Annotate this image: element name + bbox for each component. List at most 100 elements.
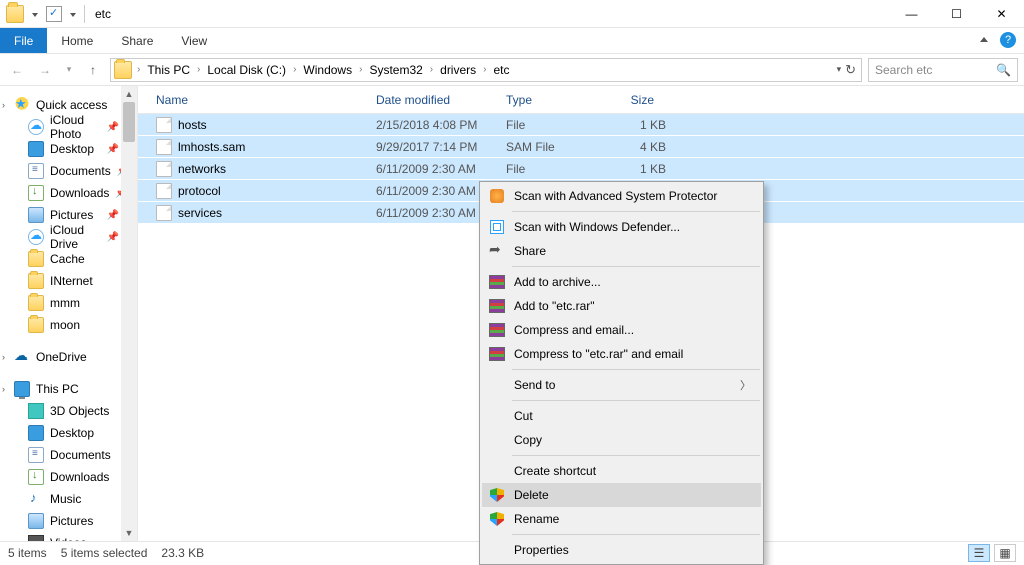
file-tab[interactable]: File <box>0 28 47 53</box>
minimize-button[interactable]: — <box>889 0 934 28</box>
menu-item[interactable]: Send to〉 <box>482 373 761 397</box>
sidebar-this-pc[interactable]: › This PC <box>0 378 137 400</box>
sidebar-item[interactable]: Desktop📌 <box>0 138 137 160</box>
forward-button[interactable]: → <box>34 59 56 81</box>
menu-item[interactable]: Share <box>482 239 761 263</box>
up-button[interactable]: ↑ <box>82 59 104 81</box>
menu-item[interactable]: Properties <box>482 538 761 562</box>
sidebar-item[interactable]: 3D Objects <box>0 400 137 422</box>
file-size: 1 KB <box>606 118 666 132</box>
sidebar-item[interactable]: Documents📌 <box>0 160 137 182</box>
menu-item[interactable]: Add to archive... <box>482 270 761 294</box>
menu-item[interactable]: Add to "etc.rar" <box>482 294 761 318</box>
file-date: 9/29/2017 7:14 PM <box>376 140 506 154</box>
menu-item[interactable]: Rename <box>482 507 761 531</box>
sidebar-item[interactable]: iCloud Drive📌 <box>0 226 137 248</box>
sidebar-item[interactable]: Desktop <box>0 422 137 444</box>
menu-item[interactable]: Compress and email... <box>482 318 761 342</box>
chevron-right-icon[interactable]: › <box>2 100 5 110</box>
column-type[interactable]: Type <box>506 86 606 113</box>
thumbnails-view-button[interactable]: ▦ <box>994 544 1016 562</box>
menu-item[interactable]: Cut <box>482 404 761 428</box>
music-icon <box>28 491 44 507</box>
help-icon[interactable]: ? <box>1000 32 1016 48</box>
scroll-down-icon[interactable]: ▼ <box>121 525 137 541</box>
sidebar-item[interactable]: Downloads📌 <box>0 182 137 204</box>
sidebar-item[interactable]: Downloads <box>0 466 137 488</box>
crumb-sep-icon[interactable]: › <box>196 64 201 75</box>
sidebar-item[interactable]: iCloud Photo📌 <box>0 116 137 138</box>
sidebar-item[interactable]: mmm <box>0 292 137 314</box>
sidebar-item[interactable]: Videos <box>0 532 137 541</box>
sidebar-item[interactable]: moon <box>0 314 137 336</box>
column-date[interactable]: Date modified <box>376 86 506 113</box>
sidebar-item[interactable]: INternet <box>0 270 137 292</box>
menu-item[interactable]: Copy <box>482 428 761 452</box>
menu-item-label: Add to archive... <box>514 275 601 289</box>
scrollbar-thumb[interactable] <box>123 102 135 142</box>
chevron-right-icon[interactable]: › <box>2 384 5 394</box>
view-tab[interactable]: View <box>167 28 221 53</box>
search-input[interactable]: Search etc 🔍 <box>868 58 1018 82</box>
back-button[interactable]: ← <box>6 59 28 81</box>
crumb-sep-icon[interactable]: › <box>429 64 434 75</box>
file-row[interactable]: networks6/11/2009 2:30 AMFile1 KB <box>138 158 1024 180</box>
pin-icon: 📌 <box>107 144 119 155</box>
app-icon[interactable] <box>6 5 24 23</box>
sidebar-onedrive[interactable]: › OneDrive <box>0 346 137 368</box>
menu-item[interactable]: Delete <box>482 483 761 507</box>
sidebar-item[interactable]: Documents <box>0 444 137 466</box>
pc-icon <box>14 381 30 397</box>
refresh-icon[interactable]: ↻ <box>845 62 856 78</box>
sidebar-scrollbar[interactable]: ▲ ▼ <box>121 86 137 541</box>
qat-dropdown-2[interactable] <box>68 9 78 19</box>
submenu-arrow-icon: 〉 <box>740 377 751 393</box>
share-tab[interactable]: Share <box>107 28 167 53</box>
close-button[interactable]: ✕ <box>979 0 1024 28</box>
breadcrumb[interactable]: drivers <box>436 61 480 79</box>
menu-item[interactable]: Compress to "etc.rar" and email <box>482 342 761 366</box>
properties-qat-icon[interactable] <box>46 6 62 22</box>
crumb-sep-icon[interactable]: › <box>482 64 487 75</box>
address-folder-icon <box>114 61 132 79</box>
column-headers: Name Date modified Type Size <box>138 86 1024 114</box>
menu-item[interactable]: Scan with Advanced System Protector <box>482 184 761 208</box>
sidebar-item[interactable]: Music <box>0 488 137 510</box>
details-view-button[interactable]: ☰ <box>968 544 990 562</box>
chevron-right-icon[interactable]: › <box>2 352 5 362</box>
crumb-sep-icon[interactable]: › <box>358 64 363 75</box>
file-type: File <box>506 162 606 176</box>
breadcrumb[interactable]: etc <box>490 61 514 79</box>
scroll-up-icon[interactable]: ▲ <box>121 86 137 102</box>
shield-icon <box>488 486 506 504</box>
sidebar-item-label: Desktop <box>50 426 94 440</box>
address-bar[interactable]: › This PC › Local Disk (C:) › Windows › … <box>110 58 862 82</box>
recent-dropdown[interactable]: ▾ <box>62 59 76 81</box>
breadcrumb[interactable]: Local Disk (C:) <box>203 61 290 79</box>
maximize-button[interactable]: ☐ <box>934 0 979 28</box>
file-name: lmhosts.sam <box>178 140 245 154</box>
column-name[interactable]: Name <box>156 86 376 113</box>
crumb-sep-icon[interactable]: › <box>136 64 141 75</box>
file-date: 6/11/2009 2:30 AM <box>376 162 506 176</box>
breadcrumb[interactable]: This PC <box>143 61 194 79</box>
menu-separator <box>512 369 760 370</box>
menu-item-label: Compress to "etc.rar" and email <box>514 347 683 361</box>
home-tab[interactable]: Home <box>47 28 107 53</box>
search-placeholder: Search etc <box>875 63 932 77</box>
qat-dropdown-1[interactable] <box>30 9 40 19</box>
column-size[interactable]: Size <box>606 86 666 113</box>
menu-item-label: Delete <box>514 488 549 502</box>
address-dropdown-icon[interactable]: ▾ <box>837 64 842 75</box>
menu-item[interactable]: Create shortcut <box>482 459 761 483</box>
sidebar-item[interactable]: Cache <box>0 248 137 270</box>
cloud-icon <box>28 119 44 135</box>
file-row[interactable]: hosts2/15/2018 4:08 PMFile1 KB <box>138 114 1024 136</box>
crumb-sep-icon[interactable]: › <box>292 64 297 75</box>
sidebar-item[interactable]: Pictures <box>0 510 137 532</box>
breadcrumb[interactable]: System32 <box>365 61 426 79</box>
file-row[interactable]: lmhosts.sam9/29/2017 7:14 PMSAM File4 KB <box>138 136 1024 158</box>
menu-item[interactable]: Scan with Windows Defender... <box>482 215 761 239</box>
breadcrumb[interactable]: Windows <box>299 61 356 79</box>
expand-ribbon-icon[interactable] <box>980 35 990 45</box>
